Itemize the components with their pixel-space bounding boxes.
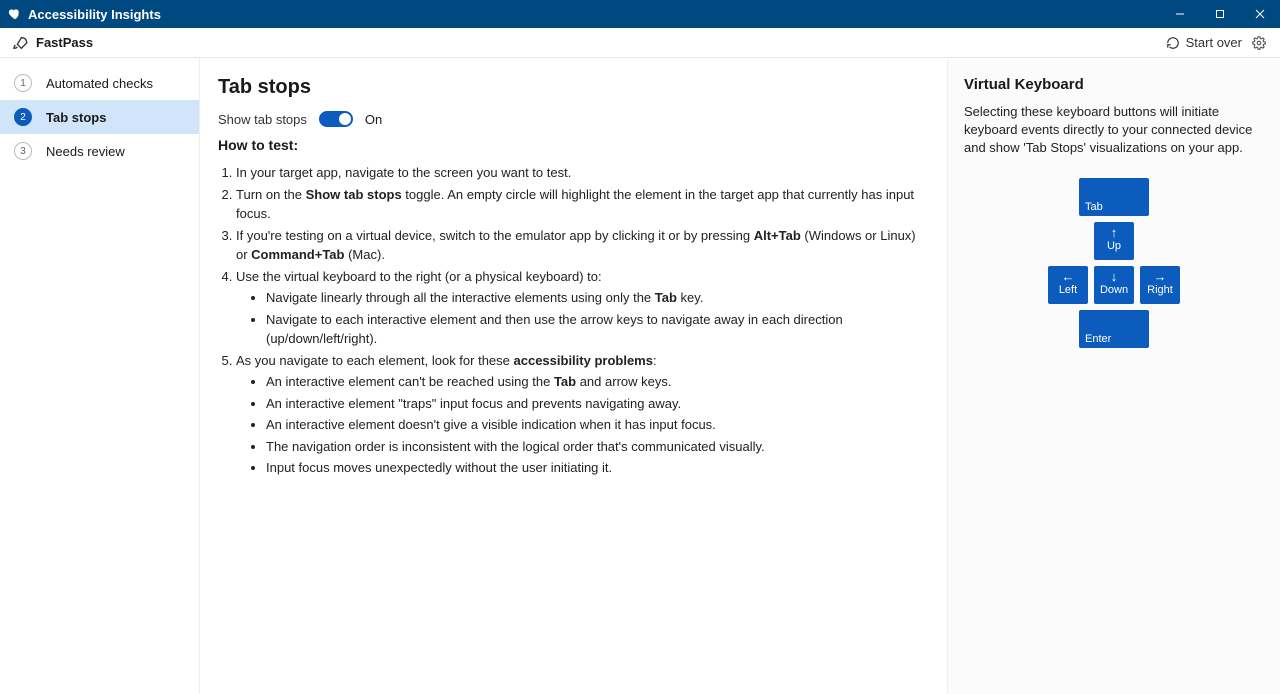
window-minimize-button[interactable] — [1160, 0, 1200, 28]
titlebar: Accessibility Insights — [0, 0, 1280, 28]
sidebar: 1 Automated checks 2 Tab stops 3 Needs r… — [0, 58, 200, 694]
app-logo-icon — [8, 7, 22, 21]
arrow-right-icon: → — [1154, 270, 1167, 283]
start-over-label: Start over — [1186, 35, 1242, 50]
sidebar-item-label: Automated checks — [46, 76, 153, 91]
arrow-down-icon: ↓ — [1111, 270, 1118, 283]
app-title: Accessibility Insights — [28, 7, 161, 22]
sidebar-item-label: Needs review — [46, 144, 125, 159]
sidebar-item-needs-review[interactable]: 3 Needs review — [0, 134, 199, 168]
vk-up-key[interactable]: ↑Up — [1094, 222, 1134, 260]
vk-description: Selecting these keyboard buttons will in… — [964, 103, 1264, 158]
step-5-bullet: Input focus moves unexpectedly without t… — [266, 458, 917, 478]
sidebar-item-label: Tab stops — [46, 110, 106, 125]
step-2: Turn on the Show tab stops toggle. An em… — [236, 185, 917, 224]
keypad: Tab ↑Up ←Left ↓Down →Right Enter — [964, 178, 1264, 348]
arrow-left-icon: ← — [1062, 270, 1075, 283]
section-title: FastPass — [36, 35, 93, 50]
vk-left-key[interactable]: ←Left — [1048, 266, 1088, 304]
step-5: As you navigate to each element, look fo… — [236, 351, 917, 478]
step-5-bullet: An interactive element doesn't give a vi… — [266, 415, 917, 435]
toggle-label: Show tab stops — [218, 112, 307, 127]
sidebar-item-automated-checks[interactable]: 1 Automated checks — [0, 66, 199, 100]
virtual-keyboard-panel: Virtual Keyboard Selecting these keyboar… — [948, 58, 1280, 694]
page-title: Tab stops — [218, 76, 917, 99]
show-tab-stops-toggle[interactable] — [319, 111, 353, 127]
window-close-button[interactable] — [1240, 0, 1280, 28]
step-3: If you're testing on a virtual device, s… — [236, 226, 917, 265]
step-1: In your target app, navigate to the scre… — [236, 163, 917, 183]
step-5-bullet: The navigation order is inconsistent wit… — [266, 437, 917, 457]
window-maximize-button[interactable] — [1200, 0, 1240, 28]
vk-right-key[interactable]: →Right — [1140, 266, 1180, 304]
step-number-badge: 3 — [14, 142, 32, 160]
step-5-bullet: An interactive element "traps" input foc… — [266, 394, 917, 414]
vk-down-key[interactable]: ↓Down — [1094, 266, 1134, 304]
refresh-icon — [1166, 36, 1180, 50]
vk-title: Virtual Keyboard — [964, 76, 1264, 93]
step-number-badge: 2 — [14, 108, 32, 126]
sidebar-item-tab-stops[interactable]: 2 Tab stops — [0, 100, 199, 134]
step-4: Use the virtual keyboard to the right (o… — [236, 267, 917, 349]
step-5-bullet: An interactive element can't be reached … — [266, 372, 917, 392]
toggle-state: On — [365, 112, 382, 127]
arrow-up-icon: ↑ — [1111, 226, 1118, 239]
vk-tab-key[interactable]: Tab — [1079, 178, 1149, 216]
howto-steps: In your target app, navigate to the scre… — [218, 163, 917, 478]
rocket-icon — [12, 35, 28, 51]
settings-button[interactable] — [1252, 36, 1266, 50]
step-4-bullet-1: Navigate linearly through all the intera… — [266, 288, 917, 308]
main-panel: Tab stops Show tab stops On How to test:… — [200, 58, 948, 694]
window-controls — [1160, 0, 1280, 28]
subheader: FastPass Start over — [0, 28, 1280, 58]
howto-title: How to test: — [218, 137, 917, 153]
start-over-button[interactable]: Start over — [1166, 35, 1242, 50]
vk-enter-key[interactable]: Enter — [1079, 310, 1149, 348]
step-number-badge: 1 — [14, 74, 32, 92]
step-4-bullet-2: Navigate to each interactive element and… — [266, 310, 917, 349]
